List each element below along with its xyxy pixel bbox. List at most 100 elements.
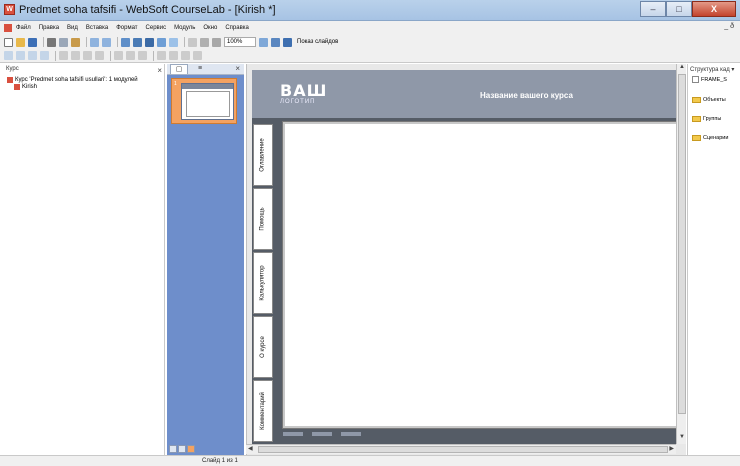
close-icon[interactable]: ×: [157, 66, 162, 75]
scroll-down-icon[interactable]: ▼: [677, 434, 687, 444]
distribute-h-icon[interactable]: [59, 51, 68, 60]
structure-item-frame[interactable]: FRAME_S: [692, 76, 727, 83]
nav-button[interactable]: [312, 432, 332, 436]
vertical-scrollbar[interactable]: ▲ ▼: [676, 64, 686, 444]
order-icon[interactable]: [169, 51, 178, 60]
publish-icon[interactable]: [259, 37, 268, 47]
copy-icon[interactable]: [59, 37, 68, 47]
menu-view[interactable]: Вид: [67, 25, 78, 31]
distribute-v-icon[interactable]: [71, 51, 80, 60]
align-top-icon[interactable]: [40, 51, 49, 60]
new-icon[interactable]: [4, 37, 13, 47]
slide-side-tabs: Оглавление Помощь Калькулятор О курсе Ко…: [252, 120, 276, 442]
minimize-button[interactable]: –: [640, 1, 666, 17]
grid-icon[interactable]: [188, 37, 197, 47]
line-color-icon[interactable]: [193, 51, 202, 60]
menu-help[interactable]: Справка: [225, 25, 249, 31]
horizontal-scrollbar[interactable]: ◀ ▶: [246, 444, 676, 454]
scroll-thumb[interactable]: [678, 74, 686, 414]
view-buttons: [169, 445, 196, 453]
tab-comment[interactable]: Комментарий: [253, 380, 273, 442]
same-height-icon[interactable]: [95, 51, 104, 60]
paste-icon[interactable]: [71, 37, 80, 47]
module-icon: [14, 84, 20, 90]
slide-template-icon[interactable]: [133, 37, 142, 47]
tab-slides[interactable]: ▢: [170, 64, 188, 74]
align-right-icon[interactable]: [28, 51, 37, 60]
mdi-window-controls[interactable]: _ ð: [724, 23, 734, 30]
tab-help[interactable]: Помощь: [253, 188, 273, 250]
view-slide-button[interactable]: [187, 445, 195, 453]
pointer-icon[interactable]: [169, 37, 178, 47]
send-back-icon[interactable]: [126, 51, 135, 60]
menu-tools[interactable]: Сервис: [146, 25, 167, 31]
close-icon[interactable]: ×: [235, 64, 240, 73]
same-width-icon[interactable]: [83, 51, 92, 60]
nav-button[interactable]: [283, 432, 303, 436]
close-button[interactable]: X: [692, 1, 736, 17]
folder-icon: [692, 135, 701, 141]
scroll-left-icon[interactable]: ◀: [248, 445, 253, 452]
view-sorter-button[interactable]: [178, 445, 186, 453]
scroll-right-icon[interactable]: ▶: [669, 445, 674, 452]
menu-window[interactable]: Окно: [203, 25, 217, 31]
preview-icon[interactable]: [157, 37, 166, 47]
logo-placeholder[interactable]: ВАШ ЛОГОТИП: [280, 83, 327, 106]
slides-panel-tabs: ▢ ≡ ×: [167, 64, 244, 75]
slides-panel: ▢ ≡ × 1: [167, 64, 244, 455]
menu-bar: Файл Правка Вид Вставка Формат Сервис Мо…: [0, 21, 740, 35]
structure-panel-title[interactable]: Структура кад ▾: [690, 66, 734, 73]
slide-thumbnail[interactable]: 1: [171, 78, 237, 124]
save-icon[interactable]: [28, 37, 37, 47]
align-left-icon[interactable]: [4, 51, 13, 60]
export-icon[interactable]: [271, 37, 280, 47]
slide-counter: Слайд 1 из 1: [202, 458, 238, 464]
menu-file[interactable]: Файл: [16, 25, 31, 31]
new-slide-icon[interactable]: [121, 37, 130, 47]
bring-front-icon[interactable]: [114, 51, 123, 60]
master-slide-icon[interactable]: [145, 37, 154, 47]
slide-content-area[interactable]: [282, 121, 680, 429]
scroll-up-icon[interactable]: ▲: [677, 64, 687, 74]
nav-button[interactable]: [341, 432, 361, 436]
zoom-select[interactable]: 100%: [224, 37, 256, 47]
align-icon[interactable]: [200, 37, 209, 47]
menu-edit[interactable]: Правка: [39, 25, 59, 31]
tab-calculator[interactable]: Калькулятор: [253, 252, 273, 314]
open-icon[interactable]: [16, 37, 25, 47]
menu-module[interactable]: Модуль: [174, 25, 195, 31]
align-center-icon[interactable]: [16, 51, 25, 60]
tab-label: Оглавление: [260, 138, 267, 172]
undo-icon[interactable]: [90, 37, 99, 47]
page-icon: [692, 76, 699, 83]
slideshow-icon[interactable]: [283, 37, 292, 47]
tab-about-course[interactable]: О курсе: [253, 316, 273, 378]
structure-item-objects[interactable]: Объекты: [692, 97, 726, 103]
menu-insert[interactable]: Вставка: [86, 25, 108, 31]
menu-format[interactable]: Формат: [116, 25, 137, 31]
slideshow-button[interactable]: Показ слайдов: [297, 39, 338, 45]
table-icon[interactable]: [212, 37, 221, 47]
document-icon[interactable]: [4, 24, 12, 32]
maximize-button[interactable]: □: [666, 1, 692, 17]
structure-item-scenarios[interactable]: Сценарии: [692, 135, 728, 141]
tree-item-course[interactable]: Курс 'Predmet soha tafsifi usullari': 1 …: [7, 77, 138, 83]
toolbar-separator: [184, 37, 185, 47]
structure-item-groups[interactable]: Группы: [692, 116, 721, 122]
course-title[interactable]: Название вашего курса: [480, 91, 573, 100]
arrange-icon[interactable]: [157, 51, 166, 60]
tree-item-module[interactable]: Kirish: [14, 84, 37, 90]
cut-icon[interactable]: [47, 37, 56, 47]
tab-contents[interactable]: Оглавление: [253, 124, 273, 186]
workspace: Курс × Курс 'Predmet soha tafsifi usulla…: [0, 64, 740, 455]
scroll-thumb[interactable]: [258, 446, 668, 453]
toolbar-separator: [153, 50, 154, 61]
tab-list[interactable]: ≡: [191, 64, 209, 74]
slide-canvas[interactable]: ВАШ ЛОГОТИП Название вашего курса Оглавл…: [252, 70, 682, 444]
fill-icon[interactable]: [181, 51, 190, 60]
group-icon[interactable]: [138, 51, 147, 60]
toolbar-separator: [43, 37, 44, 47]
tab-label: Помощь: [260, 207, 266, 231]
view-normal-button[interactable]: [169, 445, 177, 453]
redo-icon[interactable]: [102, 37, 111, 47]
